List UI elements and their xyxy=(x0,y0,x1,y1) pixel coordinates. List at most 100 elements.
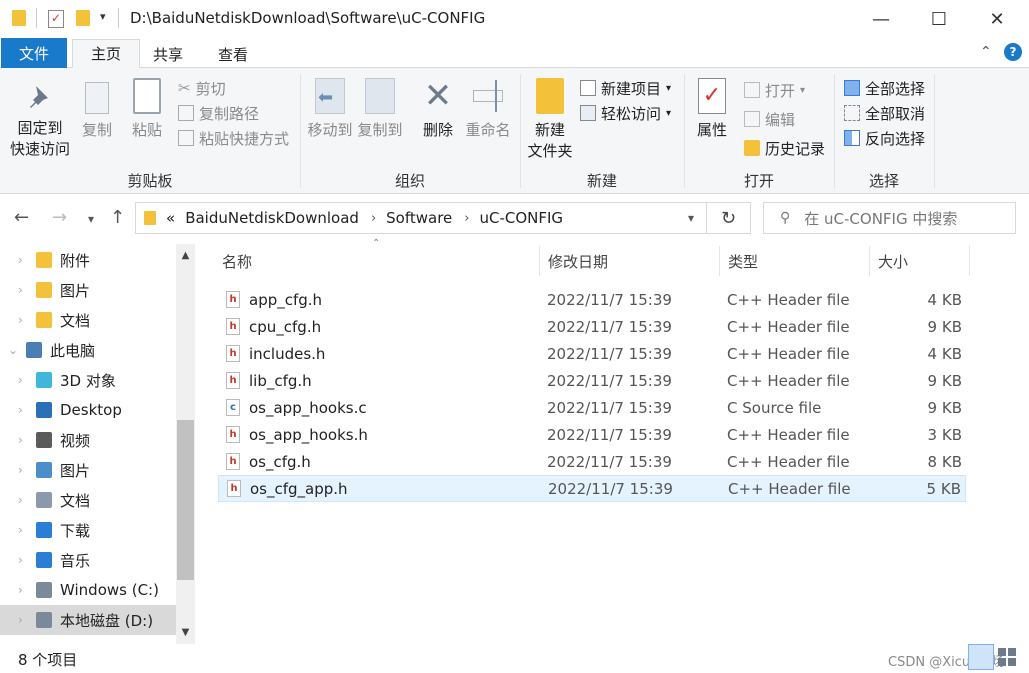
chevron-right-icon[interactable]: › xyxy=(18,313,36,327)
nav-item-label: 图片 xyxy=(60,281,91,300)
back-arrow-icon[interactable]: ← xyxy=(14,207,29,228)
properties-button[interactable]: ✓ 属性 xyxy=(692,78,732,141)
forward-arrow-icon[interactable]: → xyxy=(52,207,67,228)
rename-button[interactable]: 重命名 xyxy=(464,78,512,141)
nav-item[interactable]: › 下载 xyxy=(0,515,176,545)
nav-item[interactable]: › 视频 xyxy=(0,425,176,455)
nav-item[interactable]: › Desktop xyxy=(0,395,176,425)
tab-view[interactable]: 查看 xyxy=(200,40,266,68)
nav-item[interactable]: › 附件 xyxy=(0,245,176,275)
nav-item[interactable]: › 音乐 xyxy=(0,545,176,575)
file-row[interactable]: h lib_cfg.h 2022/11/7 15:39 C++ Header file… xyxy=(218,367,966,394)
chevron-right-icon[interactable]: › xyxy=(18,283,36,297)
chevron-right-icon[interactable]: › xyxy=(18,523,36,537)
details-view-icon[interactable] xyxy=(968,644,994,670)
easy-access-button[interactable]: 轻松访问 ▾ xyxy=(580,101,671,125)
chevron-right-icon[interactable]: › xyxy=(18,403,36,417)
column-header-name[interactable]: 名称 xyxy=(216,244,538,278)
invert-selection-button[interactable]: 反向选择 xyxy=(844,126,925,150)
recent-locations-icon[interactable]: ▾ xyxy=(88,212,94,226)
paste-shortcut-button[interactable]: 粘贴快捷方式 xyxy=(178,126,289,150)
tab-home[interactable]: 主页 xyxy=(72,39,141,68)
chevron-down-icon[interactable]: ▾ xyxy=(688,211,694,225)
chevron-right-icon[interactable]: › xyxy=(18,613,36,627)
properties-icon[interactable]: ✓ xyxy=(48,10,64,28)
cut-button[interactable]: ✂ 剪切 xyxy=(178,76,226,100)
file-row[interactable]: h includes.h 2022/11/7 15:39 C++ Header fil… xyxy=(218,340,966,367)
nav-item[interactable]: ⌄ 此电脑 xyxy=(0,335,176,365)
file-row[interactable]: h app_cfg.h 2022/11/7 15:39 C++ Header file… xyxy=(218,286,966,313)
customize-toolbar-icon[interactable]: ▾ xyxy=(100,10,106,23)
folder-icon xyxy=(12,10,26,26)
nav-item[interactable]: › 3D 对象 xyxy=(0,365,176,395)
search-input[interactable]: 在 uC-CONFIG 中搜索 xyxy=(804,208,957,229)
tab-file[interactable]: 文件 xyxy=(1,38,68,68)
address-bar[interactable]: « BaiduNetdiskDownload › Software › uC-C… xyxy=(135,202,707,234)
close-button[interactable]: ✕ xyxy=(968,0,1026,38)
copy-button[interactable]: 复制 xyxy=(76,82,118,141)
nav-item[interactable]: › 图片 xyxy=(0,455,176,485)
column-divider[interactable] xyxy=(969,246,970,276)
nav-item-label: 文档 xyxy=(60,311,91,330)
header-file-icon: h xyxy=(226,318,240,335)
help-icon[interactable]: ? xyxy=(1004,43,1022,61)
copy-path-button[interactable]: 复制路径 xyxy=(178,101,259,125)
breadcrumb-item[interactable]: Software xyxy=(386,209,452,227)
nav-item[interactable]: › 文档 xyxy=(0,305,176,335)
new-folder-button[interactable]: 新建 文件夹 xyxy=(526,78,574,162)
column-header-size[interactable]: 大小 xyxy=(872,244,968,278)
breadcrumb-item[interactable]: BaiduNetdiskDownload xyxy=(185,209,359,227)
paste-button[interactable]: 粘贴 xyxy=(126,78,168,141)
move-to-button[interactable]: ⬅ 移动到 xyxy=(306,78,354,141)
breadcrumb-item[interactable]: uC-CONFIG xyxy=(479,209,563,227)
file-row[interactable]: h cpu_cfg.h 2022/11/7 15:39 C++ Header file… xyxy=(218,313,966,340)
delete-button[interactable]: ✕ 删除 xyxy=(418,78,458,141)
chevron-right-icon[interactable]: › xyxy=(18,553,36,567)
chevron-right-icon[interactable]: › xyxy=(464,211,469,226)
nav-item[interactable]: › 本地磁盘 (D:) xyxy=(0,605,176,635)
chevron-right-icon[interactable]: › xyxy=(18,463,36,477)
file-row[interactable]: h os_app_hooks.h 2022/11/7 15:39 C++ Header… xyxy=(218,421,966,448)
pin-quick-access-button[interactable]: 固定到 快速访问 xyxy=(8,82,72,160)
chevron-right-icon[interactable]: › xyxy=(18,583,36,597)
nav-item[interactable]: › Windows (C:) xyxy=(0,575,176,605)
up-arrow-icon[interactable]: ↑ xyxy=(110,207,125,228)
file-row[interactable]: h os_cfg_app.h 2022/11/7 15:39 C++ Header f… xyxy=(218,475,966,502)
select-none-button[interactable]: 全部取消 xyxy=(844,101,925,125)
new-folder-icon[interactable] xyxy=(76,10,90,26)
history-button[interactable]: 历史记录 xyxy=(744,136,825,160)
chevron-right-icon[interactable]: › xyxy=(18,433,36,447)
copy-to-button[interactable]: 复制到 xyxy=(356,78,404,141)
chevron-right-icon[interactable]: › xyxy=(18,253,36,267)
breadcrumb-overflow[interactable]: « xyxy=(166,209,175,227)
chevron-right-icon[interactable]: › xyxy=(18,373,36,387)
large-icons-view-icon[interactable] xyxy=(998,648,1016,666)
navigation-pane: › 附件 › 图片 › 文档 ⌄ 此电脑 › 3D 对象 › Desktop › 视频 › 图片 › 文档 › 下载 ›… xyxy=(0,244,196,644)
column-divider[interactable] xyxy=(719,246,720,276)
nav-item[interactable]: › 图片 xyxy=(0,275,176,305)
chevron-down-icon[interactable]: ⌄ xyxy=(8,343,26,357)
collapse-ribbon-icon[interactable]: ⌃ xyxy=(980,44,992,60)
nav-item[interactable]: › 文档 xyxy=(0,485,176,515)
edit-button[interactable]: 编辑 xyxy=(744,107,795,131)
chevron-right-icon[interactable]: › xyxy=(371,211,376,226)
search-box[interactable]: ⚲ 在 uC-CONFIG 中搜索 xyxy=(763,202,1016,234)
open-button[interactable]: 打开 ▾ xyxy=(744,78,805,102)
select-all-button[interactable]: 全部选择 xyxy=(844,76,925,100)
new-item-button[interactable]: 新建项目 ▾ xyxy=(580,76,671,100)
scroll-up-icon[interactable]: ▲ xyxy=(176,250,195,261)
maximize-button[interactable]: ☐ xyxy=(910,0,968,38)
file-row[interactable]: h os_cfg.h 2022/11/7 15:39 C++ Header file 8… xyxy=(218,448,966,475)
column-divider[interactable] xyxy=(539,246,540,276)
scroll-down-icon[interactable]: ▼ xyxy=(176,627,195,638)
refresh-button[interactable]: ↻ xyxy=(707,202,751,234)
column-divider[interactable] xyxy=(869,246,870,276)
file-row[interactable]: c os_app_hooks.c 2022/11/7 15:39 C Source f… xyxy=(218,394,966,421)
scrollbar-thumb[interactable] xyxy=(177,420,194,580)
nav-item-label: 音乐 xyxy=(60,551,91,570)
chevron-right-icon[interactable]: › xyxy=(18,493,36,507)
minimize-button[interactable]: — xyxy=(852,0,910,38)
column-header-modified[interactable]: 修改日期 xyxy=(542,244,718,278)
tab-share[interactable]: 共享 xyxy=(135,40,201,68)
column-header-type[interactable]: 类型 xyxy=(722,244,868,278)
